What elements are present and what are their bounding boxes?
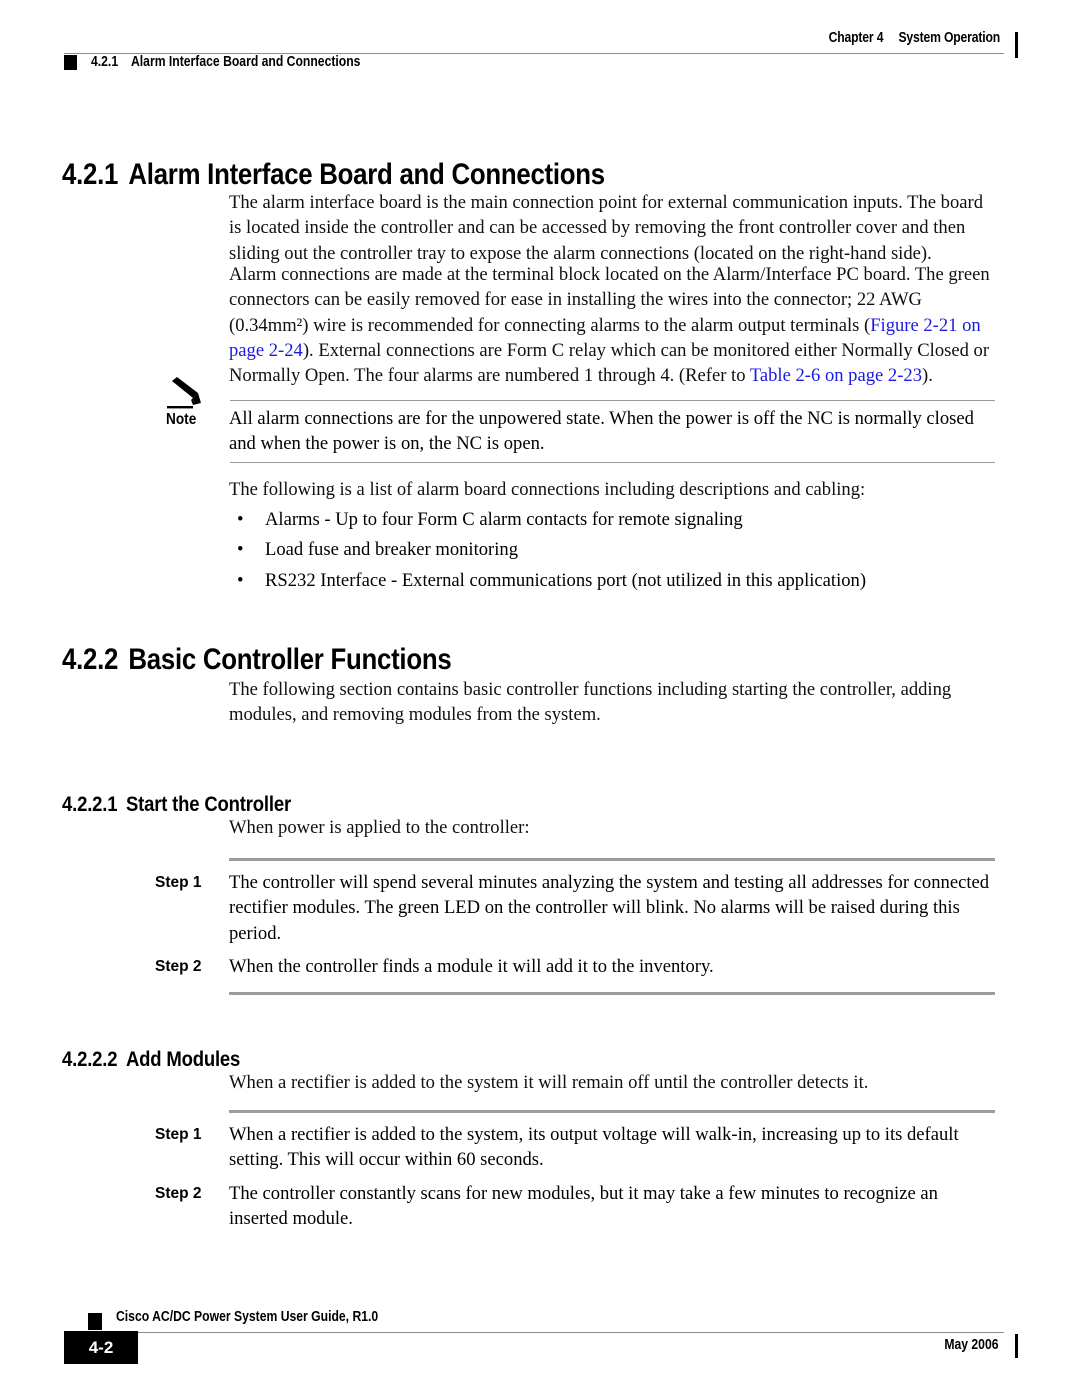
- header-chapter-info: Chapter 4 System Operation: [828, 30, 1001, 46]
- footer-square-icon: [88, 1313, 102, 1330]
- header-chapter-title: System Operation: [898, 30, 1000, 46]
- paragraph-power-applied: When power is applied to the controller:: [229, 817, 530, 838]
- footer-guide-title: Cisco AC/DC Power System User Guide, R1.…: [116, 1309, 379, 1325]
- page-header: Chapter 4 System Operation 4.2.1 Alarm In…: [64, 30, 1018, 76]
- step-row: Step 2 The controller constantly scans f…: [155, 1181, 995, 1232]
- step-row: Step 1 When a rectifier is added to the …: [155, 1122, 995, 1173]
- document-page: Chapter 4 System Operation 4.2.1 Alarm In…: [0, 0, 1080, 1397]
- heading-4-2-2-1-number: 4.2.2.1: [62, 791, 118, 816]
- footer-date: May 2006: [943, 1337, 998, 1353]
- header-end-marker: [1015, 32, 1018, 58]
- step-text: The controller will spend several minute…: [229, 872, 990, 944]
- steps-add-modules: Step 1 When a rectifier is added to the …: [155, 1110, 995, 1231]
- header-square-icon: [64, 54, 77, 70]
- heading-4-2-2-1: 4.2.2.1 Start the Controller: [62, 792, 291, 817]
- bullet-marker-icon: •: [237, 509, 244, 530]
- step-text: The controller constantly scans for new …: [229, 1182, 938, 1229]
- step-label: Step 2: [155, 957, 202, 975]
- note-top-divider: [230, 400, 995, 401]
- paragraph-alarm-connections: Alarm connections are made at the termin…: [229, 262, 995, 388]
- step-label: Step 1: [155, 1126, 202, 1143]
- page-footer: Cisco AC/DC Power System User Guide, R1.…: [64, 1307, 1018, 1377]
- list-item: • Load fuse and breaker monitoring: [229, 537, 995, 562]
- footer-divider: [116, 1332, 1004, 1333]
- list-item-text: Load fuse and breaker monitoring: [265, 539, 518, 561]
- paragraph-list-intro: The following is a list of alarm board c…: [229, 479, 866, 500]
- bullet-marker-icon: •: [237, 569, 244, 591]
- heading-4-2-1-title: Alarm Interface Board and Connections: [128, 157, 605, 191]
- heading-4-2-2: 4.2.2 Basic Controller Functions: [62, 642, 452, 677]
- step-label: Step 2: [155, 1184, 202, 1202]
- note-bottom-divider: [230, 462, 995, 463]
- note-text: All alarm connections are for the unpowe…: [229, 408, 974, 455]
- heading-4-2-1: 4.2.1 Alarm Interface Board and Connectio…: [62, 158, 605, 192]
- list-item-text: RS232 Interface - External communication…: [265, 569, 867, 591]
- steps-top-divider: [229, 1110, 995, 1113]
- page-number: 4-2: [88, 1337, 114, 1357]
- list-item-text: Alarms - Up to four Form C alarm contact…: [265, 509, 743, 530]
- alarm-board-connections-list: • Alarms - Up to four Form C alarm conta…: [229, 507, 995, 598]
- paragraph-alarm-board-intro: The alarm interface board is the main co…: [229, 192, 984, 264]
- header-section-number: 4.2.1: [91, 54, 119, 70]
- steps-top-divider: [229, 858, 995, 861]
- heading-4-2-2-title: Basic Controller Functions: [128, 642, 452, 676]
- heading-4-2-2-2: 4.2.2.2 Add Modules: [62, 1047, 240, 1072]
- list-item: • RS232 Interface - External communicati…: [229, 568, 995, 593]
- step-text: When a rectifier is added to the system,…: [229, 1124, 959, 1171]
- bullet-marker-icon: •: [237, 539, 244, 561]
- step-row: Step 1 The controller will spend several…: [155, 870, 995, 946]
- heading-4-2-2-2-title: Add Modules: [125, 1046, 241, 1071]
- note-label: Note: [166, 411, 197, 428]
- step-row: Step 2 When the controller finds a modul…: [155, 954, 995, 979]
- heading-4-2-2-1-title: Start the Controller: [125, 791, 291, 816]
- footer-end-marker: [1015, 1334, 1018, 1358]
- pencil-icon: [166, 376, 212, 412]
- steps-start-controller: Step 1 The controller will spend several…: [155, 858, 995, 996]
- step-text: When the controller finds a module it wi…: [229, 955, 714, 977]
- step-label: Step 1: [155, 874, 202, 891]
- paragraph-basic-functions-intro: The following section contains basic con…: [229, 679, 952, 726]
- note-block: Note All alarm connections are for the u…: [62, 376, 995, 466]
- steps-bottom-divider: [229, 992, 995, 996]
- heading-4-2-1-number: 4.2.1: [62, 157, 119, 191]
- heading-4-2-2-2-number: 4.2.2.2: [62, 1046, 118, 1071]
- header-section-info: 4.2.1 Alarm Interface Board and Connecti…: [64, 54, 404, 70]
- heading-4-2-2-number: 4.2.2: [62, 642, 119, 676]
- list-item: • Alarms - Up to four Form C alarm conta…: [229, 507, 995, 532]
- header-section-title: Alarm Interface Board and Connections: [131, 54, 361, 70]
- header-chapter-number: Chapter 4: [828, 30, 884, 46]
- paragraph-rectifier-added: When a rectifier is added to the system …: [229, 1072, 869, 1093]
